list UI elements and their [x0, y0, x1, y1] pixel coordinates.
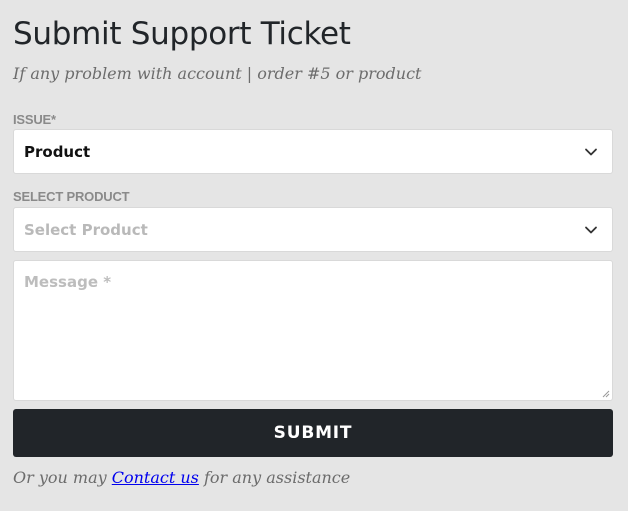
- product-select[interactable]: Select Product: [13, 207, 613, 252]
- issue-select[interactable]: Product: [13, 129, 613, 174]
- page-title: Submit Support Ticket: [13, 16, 351, 52]
- support-ticket-form: Submit Support Ticket If any problem wit…: [0, 0, 628, 511]
- select-product-label: SELECT PRODUCT: [13, 189, 130, 204]
- page-subtitle: If any problem with account | order #5 o…: [13, 64, 422, 83]
- contact-us-link[interactable]: Contact us: [112, 468, 199, 487]
- product-select-placeholder: Select Product: [24, 220, 148, 239]
- chevron-down-icon: [585, 148, 597, 155]
- message-textarea[interactable]: Message *: [13, 260, 613, 401]
- issue-selected-value: Product: [24, 142, 91, 161]
- chevron-down-icon: [585, 226, 597, 233]
- footer-note: Or you may Contact us for any assistance: [13, 468, 350, 487]
- submit-button[interactable]: SUBMIT: [13, 409, 613, 457]
- message-placeholder: Message *: [24, 273, 112, 291]
- footer-suffix: for any assistance: [198, 468, 351, 487]
- issue-label: ISSUE*: [13, 112, 56, 127]
- resize-handle-icon[interactable]: [602, 390, 610, 398]
- footer-prefix: Or you may: [13, 468, 112, 487]
